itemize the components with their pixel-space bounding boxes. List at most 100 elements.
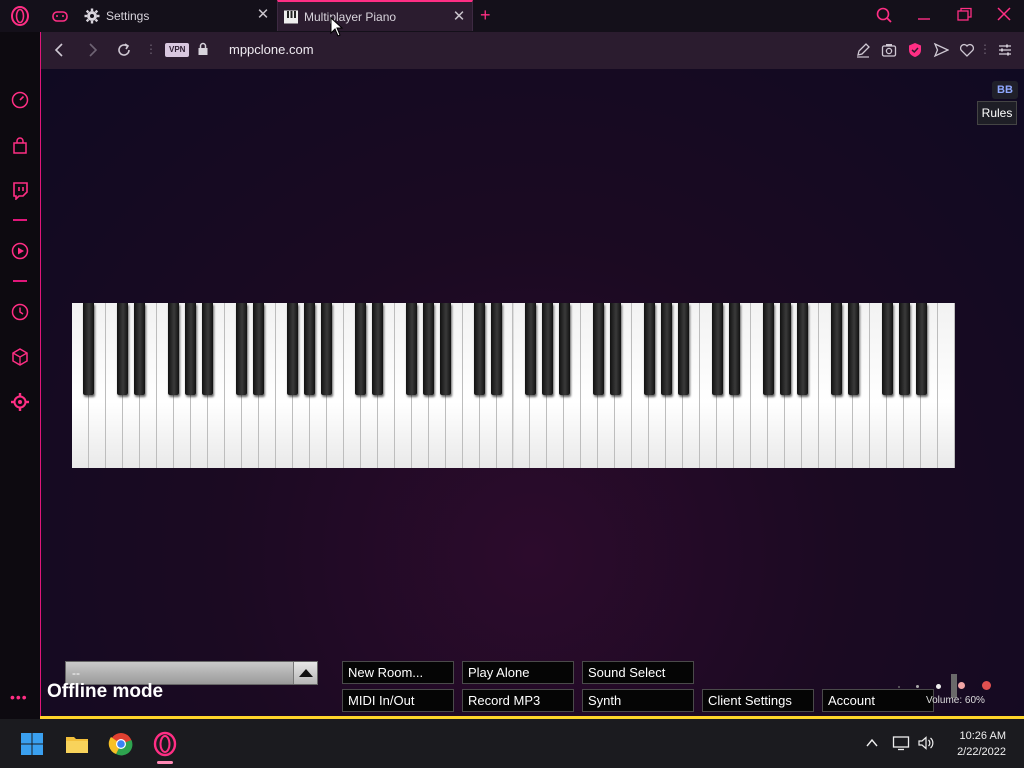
- midi-in-out-button[interactable]: MIDI In/Out: [342, 689, 454, 712]
- volume-dot: [898, 686, 900, 688]
- new-tab-icon[interactable]: +: [480, 4, 498, 26]
- black-key[interactable]: [592, 303, 604, 395]
- gamepad-icon[interactable]: [50, 6, 70, 26]
- bb-badge[interactable]: BB: [992, 81, 1018, 99]
- black-key[interactable]: [711, 303, 723, 395]
- speed-dial-icon[interactable]: [10, 90, 30, 110]
- black-key[interactable]: [474, 303, 486, 395]
- tab-bar: Settings ✕ Multiplayer Piano ✕ +: [0, 0, 1024, 32]
- mouse-cursor-icon: [330, 17, 344, 37]
- opera-gx-taskbar-icon[interactable]: [152, 731, 178, 757]
- account-button[interactable]: Account: [822, 689, 934, 712]
- black-key[interactable]: [423, 303, 435, 395]
- black-key[interactable]: [830, 303, 842, 395]
- forward-icon[interactable]: [83, 41, 101, 59]
- system-clock[interactable]: 10:26 AM 2/22/2022: [957, 728, 1006, 760]
- vpn-badge[interactable]: VPN: [165, 43, 190, 57]
- black-key[interactable]: [660, 303, 672, 395]
- windows-start-icon[interactable]: [19, 731, 45, 757]
- white-key[interactable]: [938, 303, 955, 468]
- volume-dot: [982, 681, 991, 690]
- new-room-button[interactable]: New Room...: [342, 661, 454, 684]
- easy-setup-icon[interactable]: [997, 42, 1013, 58]
- volume-dot: [958, 682, 965, 689]
- twitch-icon[interactable]: [10, 180, 30, 200]
- sound-select-button[interactable]: Sound Select: [582, 661, 694, 684]
- client-settings-button[interactable]: Client Settings: [702, 689, 814, 712]
- chevron-up-icon[interactable]: [864, 735, 880, 751]
- camera-icon[interactable]: [881, 42, 897, 58]
- restore-icon[interactable]: [953, 5, 975, 25]
- black-key[interactable]: [491, 303, 503, 395]
- back-icon[interactable]: [51, 41, 69, 59]
- more-icon[interactable]: •••: [10, 690, 30, 704]
- black-key[interactable]: [677, 303, 689, 395]
- black-key[interactable]: [117, 303, 129, 395]
- piano-keyboard: [72, 303, 955, 468]
- piano-icon: [284, 10, 298, 24]
- sidebar-divider: [13, 219, 27, 221]
- black-key[interactable]: [236, 303, 248, 395]
- black-key[interactable]: [609, 303, 621, 395]
- black-key[interactable]: [440, 303, 452, 395]
- tab-multiplayer-piano[interactable]: Multiplayer Piano ✕: [277, 0, 473, 31]
- black-key[interactable]: [558, 303, 570, 395]
- history-icon[interactable]: [10, 302, 30, 322]
- send-icon[interactable]: [933, 42, 949, 58]
- search-tabs-icon[interactable]: [874, 5, 896, 25]
- chrome-icon[interactable]: [108, 731, 134, 757]
- settings-gear-icon[interactable]: [10, 392, 30, 412]
- adblock-shield-icon[interactable]: [907, 42, 923, 58]
- opera-logo-icon[interactable]: [9, 5, 31, 27]
- clock-date: 2/22/2022: [957, 746, 1006, 758]
- black-key[interactable]: [406, 303, 418, 395]
- minimize-icon[interactable]: [913, 5, 935, 25]
- synth-button[interactable]: Synth: [582, 689, 694, 712]
- network-icon[interactable]: [892, 735, 910, 751]
- play-alone-button[interactable]: Play Alone: [462, 661, 574, 684]
- reload-icon[interactable]: [115, 41, 133, 59]
- black-key[interactable]: [321, 303, 333, 395]
- black-key[interactable]: [881, 303, 893, 395]
- record-mp3-button[interactable]: Record MP3: [462, 689, 574, 712]
- black-key[interactable]: [847, 303, 859, 395]
- black-key[interactable]: [779, 303, 791, 395]
- rules-button[interactable]: Rules: [977, 101, 1017, 125]
- black-key[interactable]: [202, 303, 214, 395]
- black-key[interactable]: [728, 303, 740, 395]
- heart-icon[interactable]: [959, 42, 975, 58]
- clock-time: 10:26 AM: [959, 730, 1006, 742]
- black-key[interactable]: [915, 303, 927, 395]
- chevron-up-icon[interactable]: [293, 662, 317, 684]
- lock-icon[interactable]: [197, 42, 209, 56]
- close-window-icon[interactable]: [993, 5, 1015, 25]
- player-icon[interactable]: [10, 241, 30, 261]
- tab-settings[interactable]: Settings ✕: [78, 0, 276, 31]
- black-key[interactable]: [524, 303, 536, 395]
- black-key[interactable]: [168, 303, 180, 395]
- black-key[interactable]: [541, 303, 553, 395]
- black-key[interactable]: [796, 303, 808, 395]
- active-app-indicator: [157, 761, 173, 764]
- black-key[interactable]: [372, 303, 384, 395]
- edit-share-icon[interactable]: [855, 42, 871, 58]
- shopping-bag-icon[interactable]: [10, 136, 30, 156]
- extensions-cube-icon[interactable]: [10, 347, 30, 367]
- black-key[interactable]: [304, 303, 316, 395]
- black-key[interactable]: [898, 303, 910, 395]
- file-explorer-icon[interactable]: [64, 731, 90, 757]
- volume-label: Volume: 60%: [926, 695, 985, 706]
- black-key[interactable]: [253, 303, 265, 395]
- url-field[interactable]: mppclone.com: [229, 42, 314, 57]
- black-key[interactable]: [287, 303, 299, 395]
- black-key[interactable]: [643, 303, 655, 395]
- black-key[interactable]: [185, 303, 197, 395]
- volume-speaker-icon[interactable]: [917, 735, 935, 751]
- black-key[interactable]: [762, 303, 774, 395]
- close-tab-icon[interactable]: ✕: [452, 9, 466, 24]
- page-content: BB Rules -- Offline mode New Room... Pla…: [40, 69, 1024, 717]
- black-key[interactable]: [355, 303, 367, 395]
- black-key[interactable]: [83, 303, 95, 395]
- black-key[interactable]: [134, 303, 146, 395]
- close-tab-icon[interactable]: ✕: [256, 7, 270, 22]
